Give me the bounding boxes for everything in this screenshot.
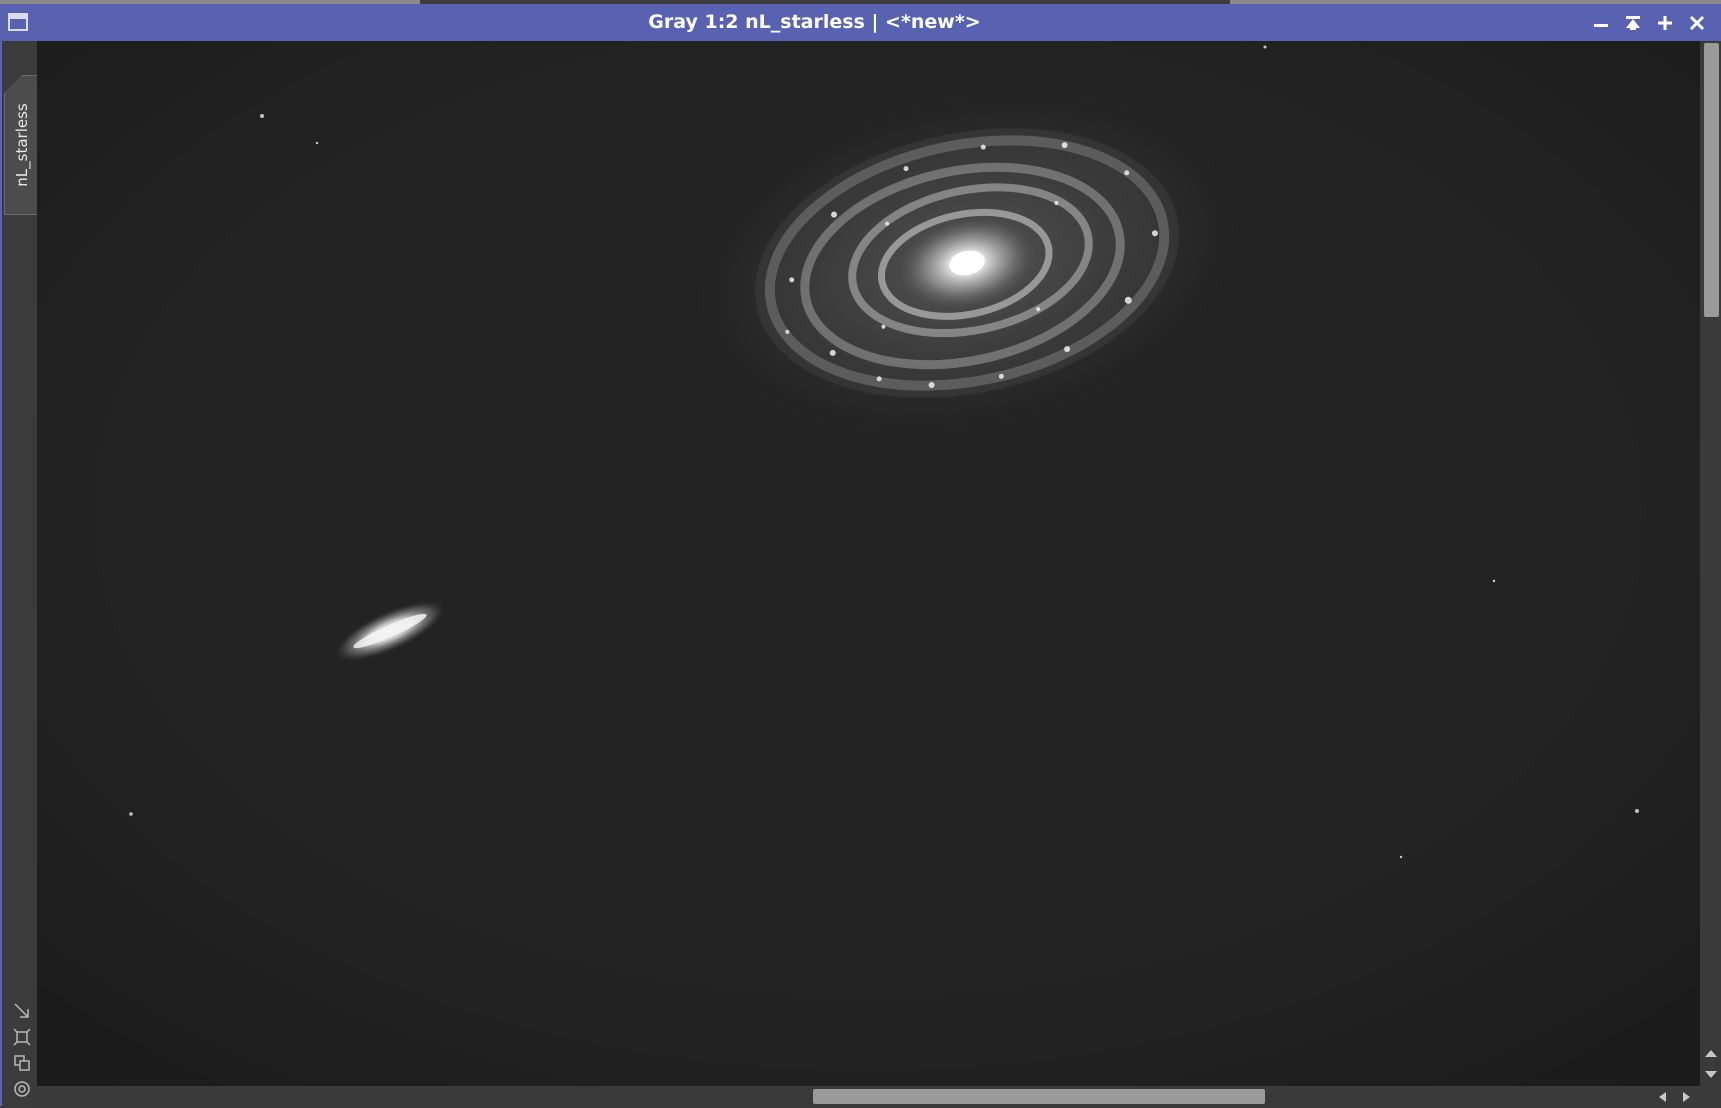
horizontal-scrollbar[interactable]	[37, 1086, 1700, 1106]
horizontal-scroll-thumb[interactable]	[813, 1089, 1265, 1104]
image-window: Gray 1:2 nL_starless | <*new*> nL_starle…	[0, 4, 1721, 1106]
galaxy-image	[37, 41, 1700, 1086]
zoom-to-fit-icon[interactable]	[12, 1027, 32, 1047]
scroll-left-icon[interactable]	[1655, 1089, 1671, 1103]
scroll-up-icon[interactable]	[1703, 1045, 1719, 1059]
fit-view-icon[interactable]	[12, 1001, 32, 1021]
scroll-corner	[1700, 1086, 1721, 1106]
target-icon[interactable]	[12, 1079, 32, 1099]
shade-icon[interactable]	[1617, 12, 1649, 34]
view-selector-bar: nL_starless	[0, 41, 38, 1106]
maximize-icon[interactable]	[1649, 12, 1681, 34]
view-tab[interactable]: nL_starless	[4, 75, 38, 215]
window-title: Gray 1:2 nL_starless | <*new*>	[648, 11, 981, 33]
scroll-down-icon[interactable]	[1703, 1067, 1719, 1081]
minimize-icon[interactable]	[1585, 12, 1617, 34]
vertical-scrollbar[interactable]	[1700, 41, 1721, 1086]
image-viewport[interactable]	[37, 41, 1700, 1086]
vertical-scroll-thumb[interactable]	[1704, 43, 1719, 317]
clone-view-icon[interactable]	[12, 1053, 32, 1073]
window-buttons	[1585, 12, 1713, 34]
title-bar[interactable]: Gray 1:2 nL_starless | <*new*>	[0, 4, 1721, 41]
close-icon[interactable]	[1681, 12, 1713, 34]
scroll-right-icon[interactable]	[1678, 1089, 1694, 1103]
view-tab-label: nL_starless	[12, 103, 31, 187]
